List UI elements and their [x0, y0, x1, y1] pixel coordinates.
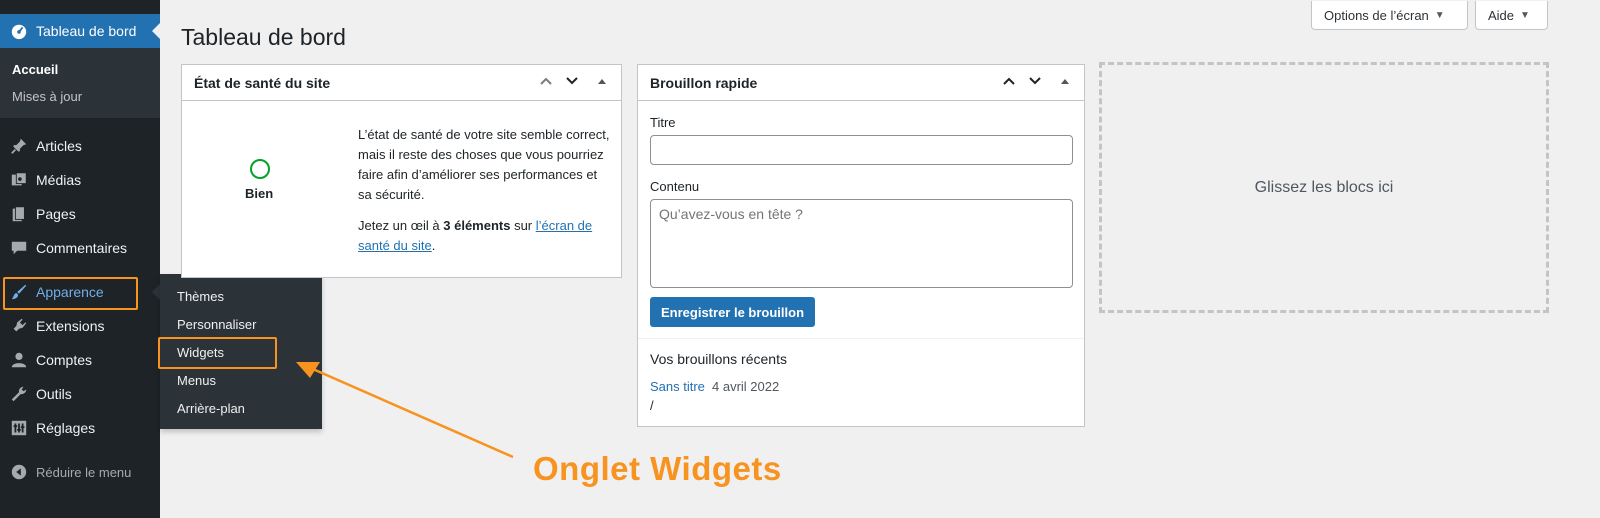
sidebar-item-comments[interactable]: Commentaires	[0, 231, 160, 265]
help-button[interactable]: Aide ▼	[1475, 1, 1548, 30]
caret-down-icon: ▼	[1434, 9, 1445, 21]
quick-draft-widget: Brouillon rapide Titre Contenu Enregistr…	[637, 64, 1085, 427]
help-label: Aide	[1488, 7, 1515, 23]
sidebar-item-label: Réglages	[36, 420, 96, 436]
divider	[638, 338, 1084, 339]
cta-suffix: .	[431, 238, 436, 253]
toggle-panel-icon[interactable]	[597, 74, 607, 90]
site-health-widget: État de santé du site Bien L’état de san…	[181, 64, 622, 278]
sidebar-item-label: Tableau de bord	[36, 23, 137, 39]
caret-down-icon: ▼	[1520, 9, 1530, 21]
sidebar-item-label: Articles	[36, 138, 82, 154]
flyout-arrow	[152, 284, 160, 300]
widget-drop-zone[interactable]: Glissez les blocs ici	[1099, 62, 1549, 313]
submenu-home[interactable]: Accueil	[12, 62, 58, 77]
flyout-item-customize[interactable]: Personnaliser	[177, 317, 257, 332]
comment-icon	[9, 238, 29, 258]
sidebar-item-tools[interactable]: Outils	[0, 377, 160, 411]
toggle-panel-icon[interactable]	[1060, 74, 1070, 90]
draft-title-input[interactable]	[650, 135, 1073, 165]
pin-icon	[9, 136, 29, 156]
draft-content-textarea[interactable]	[650, 199, 1073, 288]
draft-excerpt: /	[650, 398, 654, 413]
recent-drafts-title: Vos brouillons récents	[650, 351, 787, 367]
cta-prefix: Jetez un œil à	[358, 218, 444, 233]
collapse-menu-button[interactable]: Réduire le menu	[0, 455, 160, 489]
submenu-updates[interactable]: Mises à jour	[12, 89, 82, 104]
move-down-icon[interactable]	[565, 74, 579, 91]
move-up-icon[interactable]	[539, 74, 553, 91]
page-title: Tableau de bord	[181, 24, 346, 50]
admin-sidebar: Tableau de bord Accueil Mises à jour Art…	[0, 0, 160, 518]
health-description: L’état de santé de votre site semble cor…	[358, 127, 610, 202]
content-field-label: Contenu	[650, 179, 700, 194]
health-status-indicator	[250, 159, 270, 179]
widget-header: État de santé du site	[182, 65, 621, 101]
draft-title-link[interactable]: Sans titre	[650, 379, 705, 394]
sidebar-item-medias[interactable]: Médias	[0, 163, 160, 197]
cta-middle: sur	[510, 218, 536, 233]
apparence-highlight	[3, 277, 138, 310]
widgets-highlight	[158, 337, 277, 369]
flyout-item-themes[interactable]: Thèmes	[177, 289, 224, 304]
move-down-icon[interactable]	[1028, 74, 1042, 91]
flyout-item-menus[interactable]: Menus	[177, 373, 216, 388]
user-icon	[9, 350, 29, 370]
dropzone-label: Glissez les blocs ici	[1254, 178, 1394, 196]
sidebar-item-label: Extensions	[36, 318, 105, 334]
sidebar-item-users[interactable]: Comptes	[0, 343, 160, 377]
sidebar-item-articles[interactable]: Articles	[0, 129, 160, 163]
sidebar-item-label: Comptes	[36, 352, 93, 368]
dashboard-submenu: Accueil Mises à jour	[0, 48, 160, 118]
draft-date: 4 avril 2022	[712, 379, 780, 394]
plugin-icon	[9, 316, 29, 336]
annotation-label: Onglet Widgets	[533, 450, 782, 487]
flyout-item-background[interactable]: Arrière-plan	[177, 401, 245, 416]
sidebar-item-label: Outils	[36, 386, 72, 402]
save-draft-button[interactable]: Enregistrer le brouillon	[650, 297, 816, 327]
cta-count: 3 éléments	[443, 218, 511, 233]
wrench-icon	[9, 384, 29, 404]
widget-title: Brouillon rapide	[650, 74, 758, 91]
sidebar-item-pages[interactable]: Pages	[0, 197, 160, 231]
sidebar-item-label: Réduire le menu	[36, 464, 132, 480]
title-field-label: Titre	[650, 115, 676, 130]
collapse-icon	[9, 462, 29, 482]
settings-icon	[9, 418, 29, 438]
sidebar-item-label: Médias	[36, 172, 82, 188]
sidebar-item-label: Pages	[36, 206, 76, 222]
health-cta: Jetez un œil à 3 éléments sur l’écran de…	[358, 216, 612, 256]
sidebar-item-dashboard[interactable]: Tableau de bord	[0, 14, 160, 48]
widget-title: État de santé du site	[194, 74, 331, 91]
health-status-label: Bien	[245, 186, 274, 201]
sidebar-item-extensions[interactable]: Extensions	[0, 309, 160, 343]
sidebar-item-settings[interactable]: Réglages	[0, 411, 160, 445]
dashboard-icon	[9, 21, 29, 41]
screen-options-button[interactable]: Options de l’écran ▼	[1311, 1, 1468, 30]
sidebar-item-label: Commentaires	[36, 240, 128, 256]
media-icon	[9, 170, 29, 190]
move-up-icon[interactable]	[1002, 74, 1016, 91]
widget-header: Brouillon rapide	[638, 65, 1084, 101]
screen-options-label: Options de l’écran	[1324, 7, 1429, 23]
pages-icon	[9, 204, 29, 224]
